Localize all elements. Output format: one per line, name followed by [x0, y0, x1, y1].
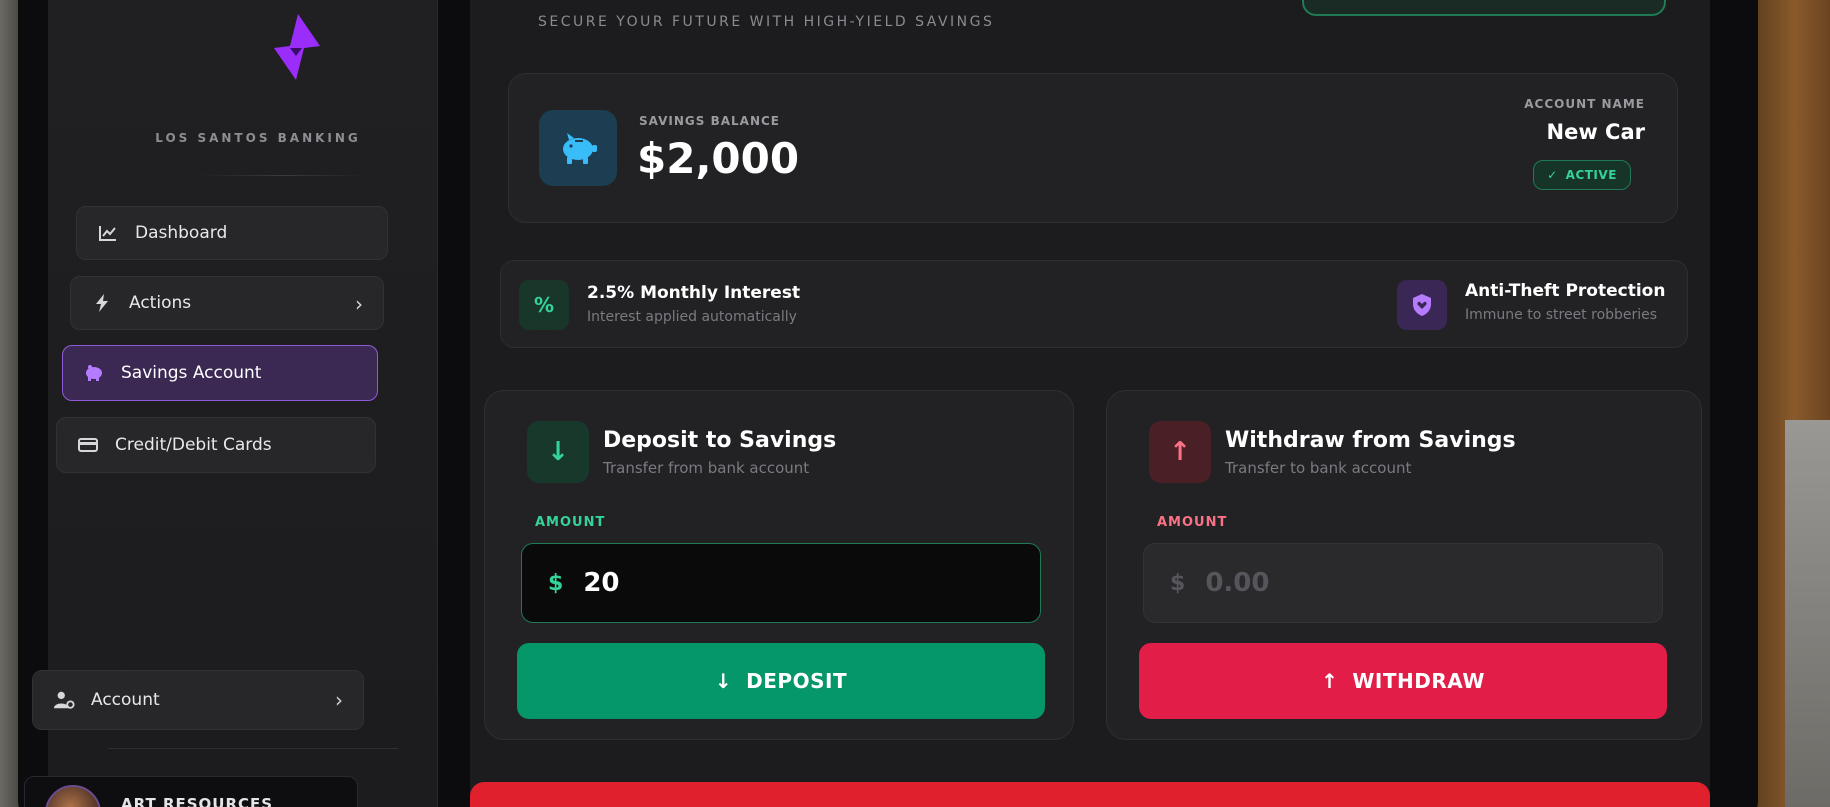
status-badge: ✓ ACTIVE	[1533, 160, 1631, 190]
bottom-action-bar[interactable]	[470, 782, 1710, 807]
sidebar-item-credit-debit-cards[interactable]: Credit/Debit Cards	[56, 417, 376, 473]
percent-icon: %	[519, 280, 569, 330]
feature-title: 2.5% Monthly Interest	[587, 283, 801, 303]
feature-title: Anti-Theft Protection	[1465, 281, 1666, 301]
sidebar-item-actions[interactable]: Actions ›	[70, 276, 384, 330]
features-card: % 2.5% Monthly Interest Interest applied…	[500, 260, 1688, 348]
withdraw-amount-input[interactable]	[1205, 568, 1606, 598]
withdraw-button[interactable]: ↑ WITHDRAW	[1139, 643, 1667, 719]
sidebar-item-dashboard[interactable]: Dashboard	[76, 206, 388, 260]
credit-card-icon	[77, 434, 99, 456]
piggy-bank-icon	[539, 110, 617, 186]
sidebar-item-label: Dashboard	[135, 223, 228, 243]
deposit-amount-label: AMOUNT	[535, 515, 606, 530]
withdraw-title: Withdraw from Savings	[1225, 428, 1516, 453]
art-resources-label: ART RESOURCES	[121, 795, 274, 807]
sidebar-item-label: Savings Account	[121, 363, 262, 383]
arrow-down-icon: ↓	[714, 669, 733, 693]
piggy-bank-icon	[83, 362, 105, 384]
deposit-button[interactable]: ↓ DEPOSIT	[517, 643, 1045, 719]
deposit-amount-field[interactable]: $	[521, 543, 1041, 623]
feature-subtitle: Interest applied automatically	[587, 309, 797, 325]
deposit-subtitle: Transfer from bank account	[603, 459, 810, 477]
deposit-title: Deposit to Savings	[603, 428, 837, 453]
deposit-amount-input[interactable]	[583, 568, 984, 598]
lightning-bolt-logo-icon	[268, 12, 324, 82]
savings-balance-label: SAVINGS BALANCE	[639, 114, 780, 128]
account-name-value: New Car	[1546, 120, 1645, 144]
game-world-wall	[1785, 420, 1830, 807]
deposit-card: ↓ Deposit to Savings Transfer from bank …	[484, 390, 1074, 740]
savings-balance-value: $2,000	[637, 134, 800, 183]
feature-subtitle: Immune to street robberies	[1465, 307, 1658, 323]
brand-name: LOS SANTOS BANKING	[155, 131, 361, 145]
currency-symbol: $	[548, 570, 564, 596]
withdraw-amount-label: AMOUNT	[1157, 515, 1228, 530]
check-icon: ✓	[1547, 168, 1558, 182]
chart-line-icon	[97, 222, 119, 244]
arrow-up-icon: ↑	[1149, 421, 1211, 483]
main-content: SECURE YOUR FUTURE WITH HIGH-YIELD SAVIN…	[470, 0, 1710, 807]
sidebar-item-label: Account	[91, 690, 160, 710]
status-badge-label: ACTIVE	[1565, 168, 1617, 182]
avatar	[45, 785, 101, 807]
savings-balance-card: SAVINGS BALANCE $2,000 ACCOUNT NAME New …	[508, 73, 1678, 223]
withdraw-card: ↑ Withdraw from Savings Transfer to bank…	[1106, 390, 1702, 740]
brand-divider	[198, 175, 368, 176]
withdraw-button-label: WITHDRAW	[1352, 669, 1485, 693]
chevron-right-icon: ›	[335, 688, 343, 712]
sidebar-item-label: Actions	[129, 293, 192, 313]
withdraw-amount-field[interactable]: $	[1143, 543, 1663, 623]
chevron-right-icon: ›	[355, 292, 363, 316]
sidebar-item-account[interactable]: Account ›	[32, 670, 364, 730]
account-name-label: ACCOUNT NAME	[1524, 97, 1645, 111]
top-action-button[interactable]	[1302, 0, 1666, 16]
user-gear-icon	[53, 689, 75, 711]
sidebar-item-savings-account[interactable]: Savings Account	[62, 345, 378, 401]
withdraw-subtitle: Transfer to bank account	[1225, 459, 1412, 477]
deposit-button-label: DEPOSIT	[746, 669, 848, 693]
sidebar-item-label: Credit/Debit Cards	[115, 435, 272, 455]
art-resources-card[interactable]: ART RESOURCES	[24, 776, 358, 807]
shield-heart-icon	[1397, 280, 1447, 330]
currency-symbol: $	[1170, 570, 1186, 596]
sidebar: LOS SANTOS BANKING Dashboard Actions › S…	[24, 0, 438, 807]
bolt-icon	[91, 292, 113, 314]
arrow-down-icon: ↓	[527, 421, 589, 483]
page-tagline: SECURE YOUR FUTURE WITH HIGH-YIELD SAVIN…	[538, 14, 995, 30]
sidebar-divider	[108, 748, 398, 749]
arrow-up-icon: ↑	[1321, 669, 1339, 693]
